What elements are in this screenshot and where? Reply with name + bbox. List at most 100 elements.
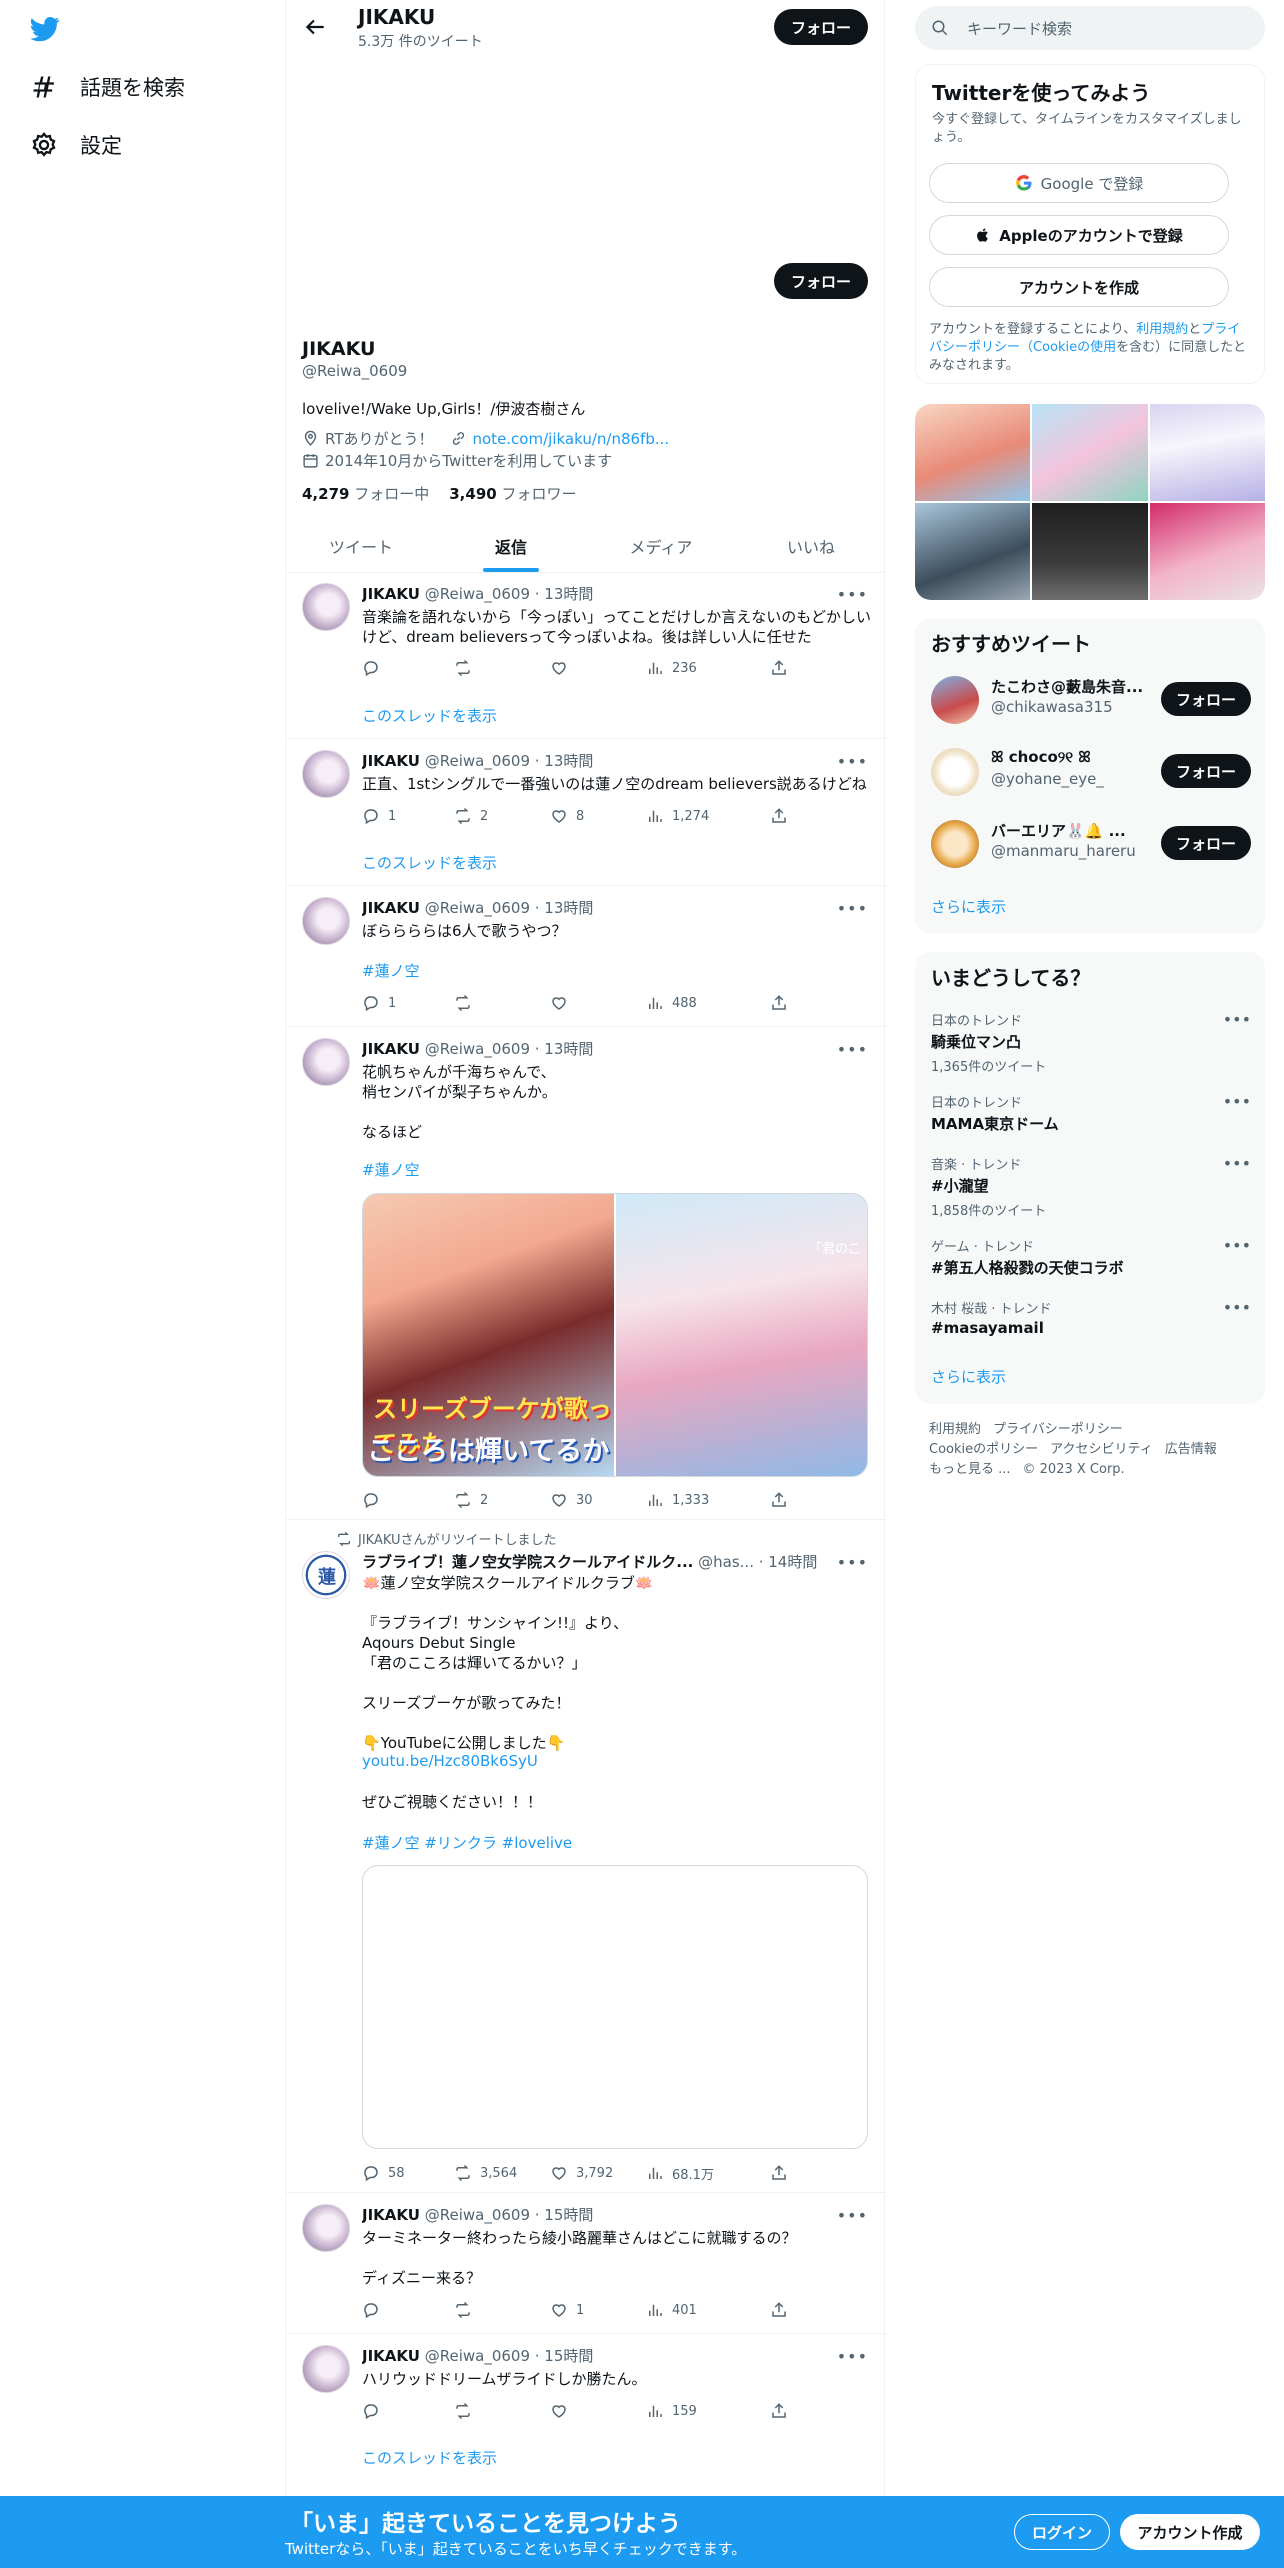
avatar[interactable]	[302, 1551, 351, 1600]
tab-media[interactable]: メディア	[586, 519, 736, 572]
tweet-media-grid[interactable]: スリーズブーケが歌ってみた こころは輝いてるか 「君のこ	[362, 1193, 868, 1477]
video-embed[interactable]	[362, 1865, 868, 2149]
hashtag-link[interactable]: #蓮ノ空 #リンクラ #lovelive	[362, 1832, 572, 1853]
share-action[interactable]	[770, 2163, 788, 2183]
reply-action[interactable]	[362, 2401, 388, 2421]
trend-item[interactable]: 木村 桜哉 · トレンド #masayamail •••	[931, 1298, 1251, 1337]
recommended-user[interactable]: バーエリア🐰🔔 ... @manmaru_hareru フォロー	[931, 816, 1251, 872]
like-action[interactable]: 8	[550, 806, 584, 826]
views-action[interactable]: 488	[646, 993, 697, 1013]
more-icon[interactable]: •••	[837, 2206, 868, 2225]
trend-item[interactable]: 音楽 · トレンド #小瀧望 1,858件のツイート •••	[931, 1154, 1251, 1219]
reply-action[interactable]	[362, 658, 388, 678]
footer-cookie-link[interactable]: Cookieのポリシー	[929, 1442, 1038, 1457]
gallery-image[interactable]	[1149, 503, 1265, 600]
search-input[interactable]: キーワード検索	[915, 6, 1265, 50]
avatar[interactable]	[931, 676, 979, 724]
retweet-action[interactable]	[454, 2401, 480, 2421]
tweet[interactable]: JIKAKU @Reiwa_0609 · 13時間 ••• 花帆ちゃんが千海ちゃ…	[286, 1028, 886, 1520]
more-icon[interactable]: •••	[837, 899, 868, 918]
avatar[interactable]	[302, 897, 350, 945]
tweet[interactable]: JIKAKU @Reiwa_0609 · 13時間 ••• 正直、1stシングル…	[286, 740, 886, 886]
more-icon[interactable]: •••	[1223, 1010, 1251, 1029]
tab-tweets[interactable]: ツイート	[286, 519, 436, 572]
more-icon[interactable]: •••	[837, 1553, 868, 1572]
share-action[interactable]	[770, 2300, 788, 2320]
tweet[interactable]: JIKAKU @Reiwa_0609 · 13時間 ••• ぼららららは6人で歌…	[286, 887, 886, 1027]
more-icon[interactable]: •••	[837, 1040, 868, 1059]
show-more-link[interactable]: さらに表示	[931, 896, 1006, 917]
views-action[interactable]: 159	[646, 2401, 697, 2421]
avatar[interactable]	[302, 1038, 350, 1086]
like-action[interactable]	[550, 658, 576, 678]
share-action[interactable]	[770, 1490, 788, 1510]
followers-stat[interactable]: 3,490 フォロワー	[449, 483, 576, 504]
avatar[interactable]	[302, 583, 350, 631]
retweet-action[interactable]	[454, 993, 480, 1013]
views-action[interactable]: 1,274	[646, 806, 709, 826]
footer-more-link[interactable]: もっと見る ...	[929, 1462, 1011, 1477]
reply-action[interactable]	[362, 1490, 388, 1510]
follow-button[interactable]: フォロー	[1161, 682, 1251, 716]
like-action[interactable]: 1	[550, 2300, 584, 2320]
tweet[interactable]: JIKAKU @Reiwa_0609 · 15時間 ••• ターミネーター終わっ…	[286, 2194, 886, 2334]
gallery-image[interactable]	[915, 404, 1031, 501]
footer-privacy-link[interactable]: プライバシーポリシー	[993, 1422, 1123, 1437]
retweet-action[interactable]: 3,564	[454, 2163, 517, 2183]
nav-settings[interactable]: 設定	[30, 130, 122, 160]
more-icon[interactable]: •••	[837, 2347, 868, 2366]
hashtag-link[interactable]: #蓮ノ空	[362, 1159, 420, 1180]
gallery-image[interactable]	[915, 503, 1031, 600]
retweet-action[interactable]: 2	[454, 1490, 488, 1510]
following-stat[interactable]: 4,279 フォロー中	[302, 483, 429, 504]
avatar[interactable]	[931, 820, 979, 868]
share-action[interactable]	[770, 2401, 788, 2421]
profile-follow-button[interactable]: フォロー	[774, 263, 868, 299]
trend-item[interactable]: 日本のトレンド 騎乗位マン凸 1,365件のツイート •••	[931, 1010, 1251, 1075]
retweet-action[interactable]	[454, 2300, 480, 2320]
like-action[interactable]	[550, 993, 576, 1013]
recommended-user[interactable]: ꕤ choco୨୧ ꕤ @yohane_eye_ フォロー	[931, 744, 1251, 800]
follow-button[interactable]: フォロー	[1161, 826, 1251, 860]
reply-action[interactable]: 1	[362, 806, 396, 826]
google-signup-button[interactable]: Google で登録	[929, 163, 1229, 203]
trend-item[interactable]: 日本のトレンド MAMA東京ドーム •••	[931, 1092, 1251, 1134]
gallery-image[interactable]	[1149, 404, 1265, 501]
like-action[interactable]: 3,792	[550, 2163, 613, 2183]
apple-signup-button[interactable]: Appleのアカウントで登録	[929, 215, 1229, 255]
more-icon[interactable]: •••	[837, 585, 868, 604]
like-action[interactable]: 30	[550, 1490, 593, 1510]
share-action[interactable]	[770, 993, 788, 1013]
reply-action[interactable]: 1	[362, 993, 396, 1013]
reply-action[interactable]	[362, 2300, 388, 2320]
tweet[interactable]: JIKAKUさんがリツイートしました ラブライブ！蓮ノ空女学院スクールアイドルク…	[286, 1521, 886, 2193]
gallery-image[interactable]	[1032, 503, 1148, 600]
reply-action[interactable]: 58	[362, 2163, 405, 2183]
share-action[interactable]	[770, 658, 788, 678]
gallery-image[interactable]	[1032, 404, 1148, 501]
create-account-button[interactable]: アカウントを作成	[929, 267, 1229, 307]
share-action[interactable]	[770, 806, 788, 826]
views-action[interactable]: 68.1万	[646, 2163, 714, 2183]
signup-button[interactable]: アカウント作成	[1120, 2514, 1260, 2550]
youtube-link[interactable]: youtu.be/Hzc80Bk6SyU	[362, 1752, 538, 1770]
avatar[interactable]	[302, 750, 350, 798]
views-action[interactable]: 1,333	[646, 1490, 709, 1510]
avatar[interactable]	[302, 2204, 350, 2252]
show-thread-link[interactable]: このスレッドを表示	[362, 705, 497, 726]
tab-likes[interactable]: いいね	[736, 519, 886, 572]
header-follow-button[interactable]: フォロー	[774, 9, 868, 45]
footer-terms-link[interactable]: 利用規約	[929, 1422, 981, 1437]
show-thread-link[interactable]: このスレッドを表示	[362, 2447, 497, 2468]
more-icon[interactable]: •••	[1223, 1236, 1251, 1255]
avatar[interactable]	[302, 2345, 350, 2393]
retweet-action[interactable]	[454, 658, 480, 678]
views-action[interactable]: 236	[646, 658, 697, 678]
hashtag-link[interactable]: #蓮ノ空	[362, 960, 420, 981]
more-icon[interactable]: •••	[1223, 1092, 1251, 1111]
more-icon[interactable]: •••	[837, 752, 868, 771]
retweet-action[interactable]: 2	[454, 806, 488, 826]
follow-button[interactable]: フォロー	[1161, 754, 1251, 788]
terms-link[interactable]: 利用規約	[1136, 322, 1188, 337]
twitter-logo-icon[interactable]	[28, 14, 62, 44]
